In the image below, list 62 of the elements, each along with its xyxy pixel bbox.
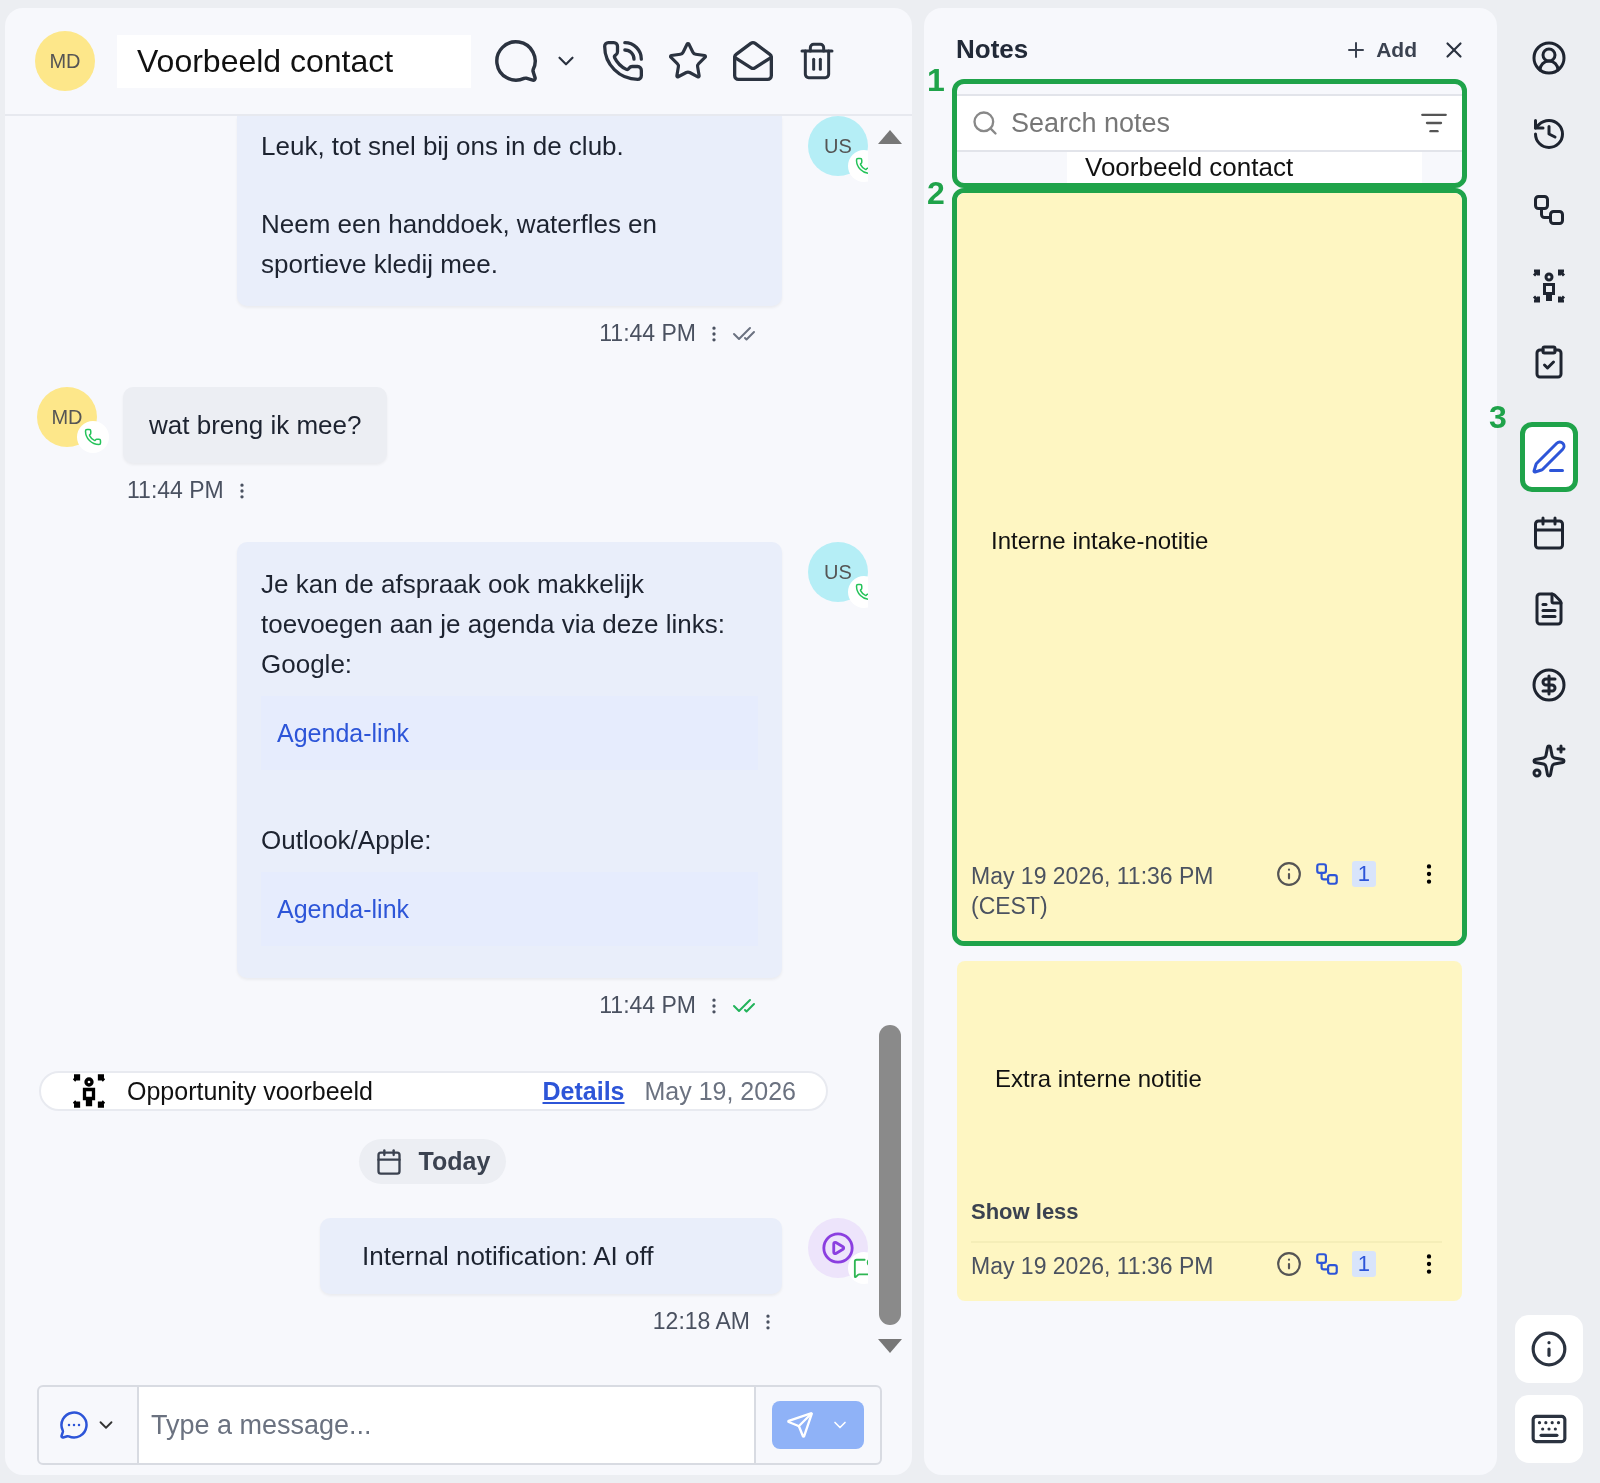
user-icon (1531, 39, 1567, 77)
workflow-icon[interactable] (1313, 861, 1340, 887)
note-card[interactable]: Extra interne notitie Show less May 19 2026, 11:36 PM 1 (957, 961, 1462, 1301)
call-button[interactable] (601, 39, 645, 83)
panel-title: Notes (956, 34, 1030, 65)
info-icon (1530, 1330, 1568, 1368)
agenda-link[interactable]: Agenda-link (277, 719, 410, 747)
note-text: Interne intake-notitie (990, 527, 1210, 555)
message-text: Google: (261, 648, 354, 681)
scrollbar-thumb[interactable] (879, 1025, 901, 1325)
add-button[interactable]: Add (1338, 36, 1423, 63)
event-title: Opportunity voorbeeld (127, 1076, 374, 1106)
person-arrows-icon (1531, 268, 1567, 304)
agenda-link[interactable]: Agenda-link (277, 895, 410, 923)
count-badge: 1 (1351, 1251, 1376, 1277)
note-date: May 19 2026, 11:36 PM (971, 1252, 1215, 1281)
search-input[interactable]: Search notes (1009, 106, 1410, 140)
divider-label: Today (418, 1147, 491, 1176)
info-icon[interactable] (1275, 1251, 1302, 1277)
pen-icon (1531, 438, 1567, 476)
message-text: Leuk, tot snel bij ons in de club. (261, 130, 625, 163)
callout-number: 3 (1489, 399, 1507, 436)
callout-number: 1 (927, 62, 945, 99)
envelope-icon (731, 39, 775, 83)
show-less-button[interactable]: Show less (971, 1199, 1442, 1225)
play-icon (821, 1231, 855, 1265)
filter-label: Voorbeeld contact (1067, 152, 1422, 183)
message-text: wat breng ik mee? (149, 409, 362, 442)
phone-icon (601, 39, 645, 83)
message-input[interactable]: Type a message... (139, 1387, 756, 1463)
search-icon (971, 109, 999, 137)
details-link[interactable]: Details (542, 1076, 625, 1106)
message-time: 11:44 PM (127, 477, 224, 504)
info-icon[interactable] (1275, 861, 1302, 887)
message-text: Je kan de afspraak ook makkelijk toevoegen aan je agenda via deze links: (261, 568, 726, 641)
message-time: 11:44 PM (599, 992, 696, 1019)
calendar-icon (374, 1147, 403, 1176)
opportunity-icon (71, 1073, 107, 1109)
chat-bubble-icon (493, 38, 539, 84)
mail-button[interactable] (731, 39, 775, 83)
message-time: 12:18 AM (652, 1308, 750, 1335)
message-text: Outlook/Apple: (261, 824, 433, 857)
message-time: 11:44 PM (599, 320, 696, 347)
info-button[interactable] (1515, 1315, 1583, 1383)
event-date: May 19, 2026 (644, 1076, 796, 1106)
keyboard-button[interactable] (1515, 1395, 1583, 1463)
note-text: Extra interne notitie (994, 1065, 1203, 1093)
dollar-icon (1531, 666, 1567, 704)
note-card[interactable]: Interne intake-notitie May 19 2026, 11:36 PM (CEST) 1 (957, 193, 1462, 941)
chat-bubble-icon (59, 1410, 89, 1440)
message-text: Neem een handdoek, waterfles en sportieve kledij mee. (261, 208, 659, 281)
send-icon (786, 1411, 814, 1439)
sparkle-icon (1531, 742, 1567, 780)
message-text: Internal notification: AI off (362, 1240, 655, 1273)
contact-name: Voorbeeld contact (117, 34, 471, 88)
count-badge: 1 (1351, 861, 1376, 887)
note-date: May 19 2026, 11:36 PM (CEST) (971, 862, 1215, 921)
calendar-icon (1531, 514, 1567, 552)
workflow-icon[interactable] (1313, 1251, 1340, 1277)
callout-number: 2 (927, 175, 945, 212)
search-field[interactable]: Search notes (957, 94, 1462, 152)
contact-avatar: MD (35, 31, 95, 91)
